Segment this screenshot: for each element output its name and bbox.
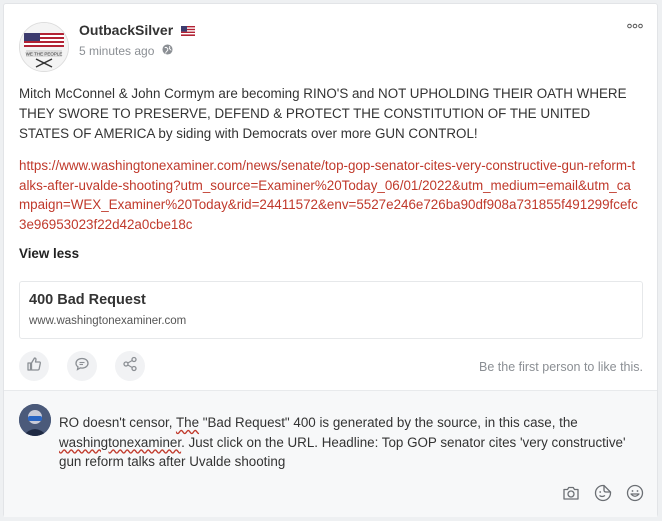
avatar-banner-text: WE THE PEOPLE bbox=[26, 52, 63, 57]
commenter-avatar-image bbox=[19, 404, 51, 436]
post-time[interactable]: 5 minutes ago bbox=[79, 44, 154, 58]
share-button[interactable] bbox=[115, 351, 145, 381]
comment-button[interactable] bbox=[67, 351, 97, 381]
like-button[interactable] bbox=[19, 351, 49, 381]
commenter-avatar[interactable] bbox=[19, 404, 51, 436]
link-preview-card[interactable]: 400 Bad Request www.washingtonexaminer.c… bbox=[19, 281, 643, 339]
author-name[interactable]: OutbackSilver bbox=[79, 22, 173, 38]
emoji-icon[interactable] bbox=[625, 483, 645, 503]
post-body-text: Mitch McConnel & John Cormym are becomin… bbox=[19, 86, 627, 141]
post-url-link[interactable]: https://www.washingtonexaminer.com/news/… bbox=[19, 156, 641, 234]
author-name-row: OutbackSilver bbox=[79, 22, 196, 39]
comment-text-part2: "Bad Request" 400 is generated by the so… bbox=[199, 415, 578, 430]
author-avatar[interactable]: WE THE PEOPLE bbox=[19, 22, 69, 72]
share-icon bbox=[122, 356, 138, 377]
post-meta: 5 minutes ago bbox=[79, 44, 173, 58]
sticker-icon[interactable] bbox=[593, 483, 613, 503]
post-card: WE THE PEOPLE OutbackSilver 5 minutes ag… bbox=[3, 3, 658, 517]
comment-text-source: washingtonexaminer bbox=[59, 434, 182, 450]
view-less-button[interactable]: View less bbox=[19, 246, 79, 261]
comment-icon bbox=[74, 356, 90, 377]
comment-text-the: The bbox=[175, 415, 200, 430]
link-preview-domain: www.washingtonexaminer.com bbox=[29, 315, 187, 327]
globe-icon bbox=[162, 44, 173, 58]
like-icon bbox=[26, 356, 42, 377]
us-flag-icon bbox=[181, 23, 196, 39]
comment-text: RO doesn't censor, The "Bad Request" 400… bbox=[59, 413, 639, 472]
avatar-image: WE THE PEOPLE bbox=[20, 23, 68, 71]
camera-icon[interactable] bbox=[561, 483, 581, 503]
more-icon[interactable] bbox=[627, 18, 643, 32]
link-preview-title: 400 Bad Request bbox=[29, 292, 146, 308]
comment-text-part1: RO doesn't censor, bbox=[59, 415, 176, 430]
comment-section: RO doesn't censor, The "Bad Request" 400… bbox=[4, 391, 657, 517]
like-status-text: Be the first person to like this. bbox=[479, 360, 643, 374]
